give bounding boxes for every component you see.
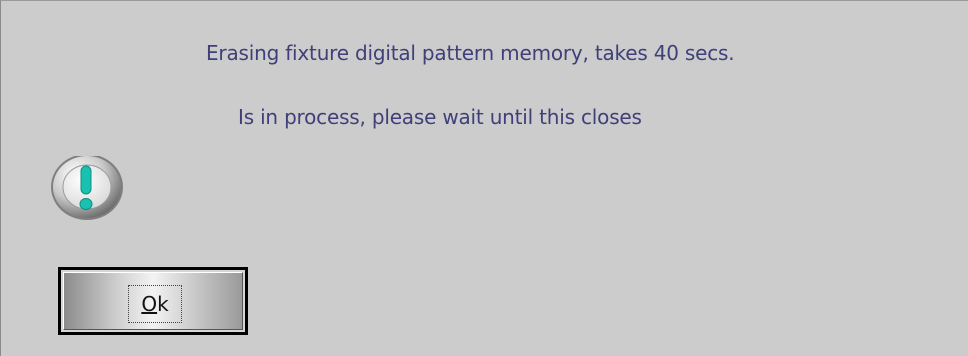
- ok-button[interactable]: Ok: [58, 267, 248, 335]
- exclamation-icon: [49, 154, 129, 226]
- ok-mnemonic: O: [141, 292, 158, 316]
- ok-button-label: Ok: [141, 292, 168, 316]
- message-line-2: Is in process, please wait until this cl…: [238, 105, 642, 129]
- message-line-1: Erasing fixture digital pattern memory, …: [206, 41, 735, 65]
- ok-label-rest: k: [157, 292, 169, 316]
- ok-button-face: Ok: [63, 272, 243, 330]
- ok-focus-indicator: Ok: [128, 285, 182, 323]
- message-dialog: Erasing fixture digital pattern memory, …: [0, 0, 968, 356]
